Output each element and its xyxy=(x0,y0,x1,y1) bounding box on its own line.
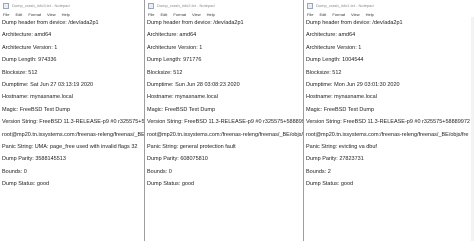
text-line: Dumptime: Mon Jun 29 03:01:30 2020 xyxy=(306,81,400,88)
text-line: Magic: FreeBSD Text Dump xyxy=(306,106,375,113)
menu-file[interactable]: File xyxy=(307,12,313,17)
menu-edit[interactable]: Edit xyxy=(319,12,326,17)
text-line: Blocksize: 512 xyxy=(2,69,38,76)
text-line: Dump Length: 971776 xyxy=(147,57,202,64)
text-line: Version String: FreeBSD 11.3-RELEASE-p9 … xyxy=(2,119,144,126)
text-line: Architecture: amd64 xyxy=(306,32,356,39)
menu-view[interactable]: View xyxy=(192,12,201,17)
text-line: Panic String: UMA: page_free used with i… xyxy=(2,143,138,150)
text-line: Dump Length: 974336 xyxy=(2,57,57,64)
text-line: Version String: FreeBSD 11.3-RELEASE-p9 … xyxy=(147,119,303,126)
text-line: Architecture Version: 1 xyxy=(306,44,362,51)
text-line: Panic String: evicting va dbuf xyxy=(306,143,377,150)
menu-help[interactable]: Help xyxy=(62,12,70,17)
text-line: Magic: FreeBSD Text Dump xyxy=(147,106,216,113)
text-line: Blocksize: 512 xyxy=(306,69,342,76)
text-editor-area[interactable]: Dump header from device: /dev/ada2p1 Arc… xyxy=(0,17,144,241)
text-line: Dump header from device: /dev/ada2p1 xyxy=(2,20,99,26)
text-line: root@mp20.tn.ixsystems.com:/freenas-rele… xyxy=(147,131,303,138)
text-line: Dump Parity: 3588145513 xyxy=(2,156,66,163)
menu-file[interactable]: File xyxy=(148,12,154,17)
text-line: Bounds: 0 xyxy=(2,168,27,175)
text-line: Blocksize: 512 xyxy=(147,69,183,76)
notepad-window-3[interactable]: Dump_crash_info1.txt - Notepad File Edit… xyxy=(304,0,474,241)
text-line: Dump Status: good xyxy=(147,181,195,188)
text-line: Hostname: mynasname.local xyxy=(306,94,377,101)
menu-edit[interactable]: Edit xyxy=(15,12,22,17)
text-editor-area[interactable]: Dump header from device: /dev/ada2p1 Arc… xyxy=(304,17,474,241)
notepad-icon xyxy=(3,2,9,9)
text-editor-area[interactable]: Dump header from device: /dev/ada2p1 Arc… xyxy=(145,17,303,241)
text-line: Bounds: 2 xyxy=(306,168,331,175)
text-line: Dump Parity: 27823731 xyxy=(306,156,364,163)
text-line: Bounds: 0 xyxy=(147,168,172,175)
menu-edit[interactable]: Edit xyxy=(160,12,167,17)
text-line: Magic: FreeBSD Text Dump xyxy=(2,106,71,113)
text-line: Dump header from device: /dev/ada2p1 xyxy=(147,20,244,26)
notepad-window-1[interactable]: Dump_crash_info3.txt - Notepad File Edit… xyxy=(0,0,144,241)
text-line: Dumptime: Sun Jun 28 03:08:23 2020 xyxy=(147,81,240,88)
text-line: Architecture Version: 1 xyxy=(147,44,203,51)
notepad-icon xyxy=(307,2,313,9)
text-line: Architecture Version: 1 xyxy=(2,44,58,51)
window-titlebar[interactable]: Dump_crash_info2.txt - Notepad xyxy=(145,0,303,11)
menu-format[interactable]: Format xyxy=(28,12,41,17)
menu-view[interactable]: View xyxy=(47,12,56,17)
notepad-icon xyxy=(148,2,154,9)
window-title: Dump_crash_info1.txt - Notepad xyxy=(316,3,374,8)
menu-help[interactable]: Help xyxy=(207,12,215,17)
text-line: Dump Status: good xyxy=(306,181,354,188)
menu-format[interactable]: Format xyxy=(173,12,186,17)
text-line: Dumptime: Sat Jun 27 03:13:19 2020 xyxy=(2,81,94,88)
menu-format[interactable]: Format xyxy=(332,12,345,17)
text-line: Architecture: amd64 xyxy=(147,32,197,39)
text-line: Hostname: mynasname.local xyxy=(2,94,73,101)
text-line: Dump Status: good xyxy=(2,181,50,188)
window-title: Dump_crash_info2.txt - Notepad xyxy=(157,3,215,8)
window-title: Dump_crash_info3.txt - Notepad xyxy=(12,3,70,8)
text-line: Hostname: mynasname.local xyxy=(147,94,218,101)
text-line: root@mp20.tn.ixsystems.com:/freenas-rele… xyxy=(2,131,144,138)
window-titlebar[interactable]: Dump_crash_info1.txt - Notepad xyxy=(304,0,474,11)
text-line: root@mp20.tn.ixsystems.com:/freenas-rele… xyxy=(306,131,469,138)
text-line: Dump Parity: 608075810 xyxy=(147,156,208,163)
menu-view[interactable]: View xyxy=(351,12,360,17)
text-line: Dump Length: 1004544 xyxy=(306,57,364,64)
text-line: Dump header from device: /dev/ada2p1 xyxy=(306,20,403,26)
window-titlebar[interactable]: Dump_crash_info3.txt - Notepad xyxy=(0,0,144,11)
text-line: Version String: FreeBSD 11.3-RELEASE-p9 … xyxy=(306,119,470,126)
text-line: Panic String: general protection fault xyxy=(147,143,236,150)
menu-help[interactable]: Help xyxy=(366,12,374,17)
menu-file[interactable]: File xyxy=(3,12,9,17)
notepad-window-2[interactable]: Dump_crash_info2.txt - Notepad File Edit… xyxy=(145,0,303,241)
text-line: Architecture: amd64 xyxy=(2,32,52,39)
